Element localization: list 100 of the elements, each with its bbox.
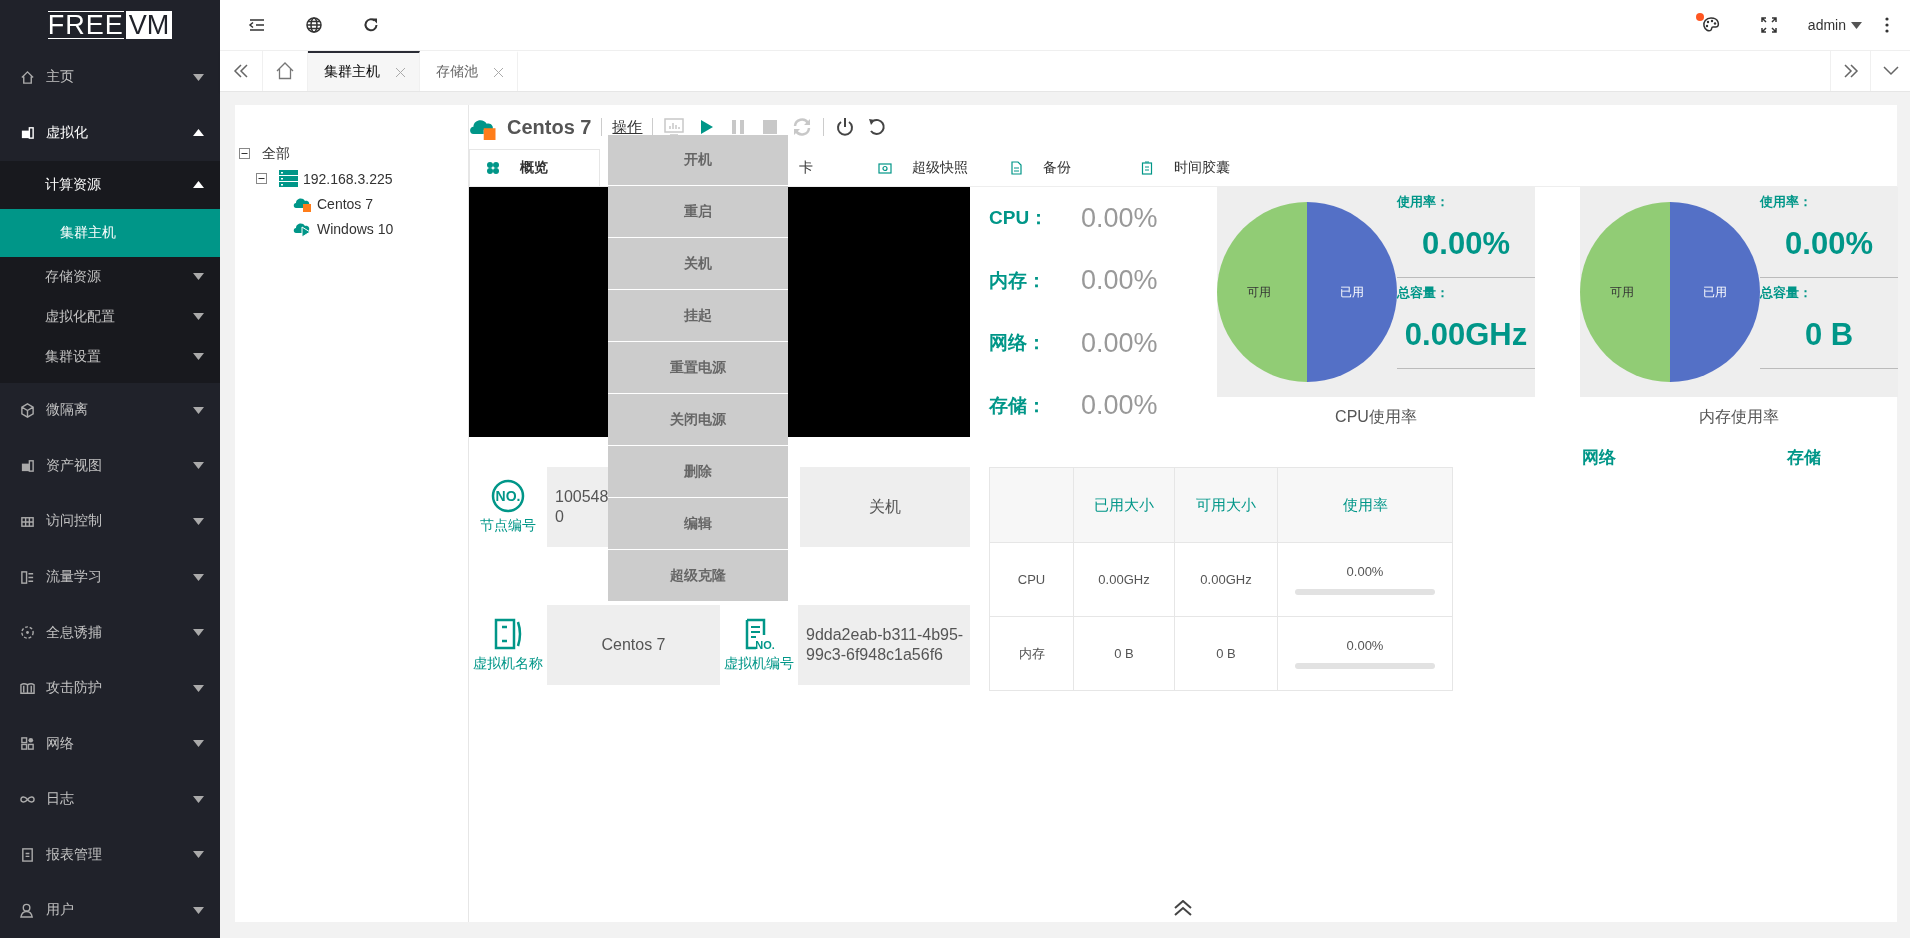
gauge-value: 0 B — [1760, 302, 1898, 369]
caret-down-icon — [193, 73, 204, 81]
collapse-icon[interactable] — [239, 148, 250, 159]
book-icon — [20, 680, 35, 696]
sidebar-item[interactable]: 微隔离 — [0, 382, 220, 439]
caret-down-icon — [193, 273, 204, 281]
target-icon — [20, 625, 35, 641]
sidebar-item[interactable]: 虚拟化配置 — [0, 296, 220, 337]
sidebar-item[interactable]: 集群主机 — [0, 208, 220, 257]
caret-down-icon — [193, 740, 204, 748]
column-header: 已用大小 — [1073, 467, 1175, 543]
logo-text: FREE — [47, 10, 124, 39]
caret-down-icon — [193, 353, 204, 361]
sidebar-item[interactable]: 全息诱捕 — [0, 604, 220, 661]
caret-up-icon — [193, 129, 204, 137]
detail-tab[interactable]: 备份 — [993, 149, 1124, 186]
section-title: 存储 — [1787, 447, 1821, 469]
double-chevron-up-icon[interactable] — [1173, 900, 1193, 916]
gauge-value: 0.00GHz — [1397, 302, 1535, 369]
menu-icon[interactable] — [248, 16, 266, 34]
field-label: 节点编号 — [480, 517, 536, 535]
detail-tab[interactable]: 时间胶囊 — [1124, 149, 1255, 186]
caret-down-icon — [1851, 21, 1862, 29]
field-value: 9dda2eab-b311-4b95-99c3-6f948c1a56f6 — [798, 605, 970, 685]
refresh-icon[interactable] — [362, 16, 380, 34]
tree-node-label[interactable]: 全部 — [262, 144, 290, 163]
columns-icon — [20, 569, 35, 585]
column-header: 使用率 — [1277, 467, 1453, 543]
cube-icon — [20, 402, 35, 418]
logo-text: VM — [125, 10, 173, 39]
section-title: 网络 — [1582, 447, 1616, 469]
caret-up-icon — [193, 181, 204, 189]
home-icon — [20, 69, 35, 85]
table-cell: 0.00GHz — [1174, 542, 1278, 617]
sidebar-item[interactable]: 访问控制 — [0, 493, 220, 550]
slice-label: 可用 — [1610, 285, 1634, 299]
table-cell-text: 0.00% — [1345, 564, 1385, 579]
vm-title: Centos 7 — [507, 115, 592, 139]
sidebar-item[interactable]: 主页 — [0, 49, 220, 106]
server-icon — [20, 125, 35, 141]
server-icon — [20, 458, 35, 474]
caret-down-icon — [193, 795, 204, 803]
user-menu[interactable]: admin — [1807, 17, 1862, 33]
gauge-label: 使用率： — [1397, 193, 1450, 211]
table-cell: 0.00GHz — [1073, 542, 1175, 617]
field-value: 1005480 — [547, 467, 611, 547]
gauge-label: 使用率： — [1760, 193, 1813, 211]
file-icon — [1009, 160, 1023, 175]
sidebar-item[interactable]: 流量学习 — [0, 549, 220, 605]
sidebar-item[interactable]: 集群设置 — [0, 336, 220, 377]
collapse-icon[interactable] — [256, 173, 267, 184]
caret-down-icon — [193, 684, 204, 692]
more-icon[interactable] — [1884, 16, 1890, 34]
sidebar-item[interactable]: 存储资源 — [0, 256, 220, 297]
globe-icon[interactable] — [305, 16, 323, 34]
sidebar-item[interactable]: 攻击防护 — [0, 660, 220, 716]
double-chevron-left-icon — [233, 63, 249, 79]
gauge-value: 0.00% — [1760, 211, 1898, 278]
clipboard-icon — [1140, 160, 1154, 175]
user-icon — [20, 902, 35, 918]
actions-link[interactable]: 操作 — [612, 117, 643, 137]
stat-label: CPU： — [989, 206, 1050, 231]
sidebar-item[interactable]: 报表管理 — [0, 826, 220, 883]
fullscreen-icon[interactable] — [1759, 16, 1778, 34]
gauge-label: 总容量： — [1397, 284, 1450, 302]
apps-icon — [20, 736, 35, 752]
page-tab[interactable]: 存储池 — [420, 51, 518, 91]
gauge-value: 0.00% — [1397, 211, 1535, 278]
stat-label: 内存： — [989, 268, 1047, 293]
column-header: 可用大小 — [1174, 467, 1278, 543]
home-icon — [276, 62, 294, 80]
palette-icon[interactable] — [1701, 16, 1720, 34]
sidebar-item[interactable]: 计算资源 — [0, 160, 220, 209]
status-value: 关机 — [800, 467, 970, 547]
tree-node-label[interactable]: Centos 7 — [317, 195, 374, 212]
caret-down-icon — [193, 517, 204, 525]
caret-down-icon — [193, 851, 204, 859]
table-cell-text: 0.00% — [1345, 638, 1385, 653]
sidebar-item[interactable]: 日志 — [0, 771, 220, 827]
table-cell: 内存 — [989, 616, 1074, 691]
stat-value: 0.00% — [1081, 327, 1158, 359]
caret-down-icon — [193, 406, 204, 414]
number-icon: NO. — [491, 479, 525, 513]
gauge-label: 总容量： — [1760, 284, 1813, 302]
stat-value: 0.00% — [1081, 202, 1158, 234]
table-cell: 0 B — [1174, 616, 1278, 691]
sidebar-item[interactable]: 资产视图 — [0, 438, 220, 494]
field-label: 虚拟机编号 — [724, 655, 794, 673]
gauge-title: CPU使用率 — [1335, 407, 1417, 427]
tree-node-label[interactable]: 192.168.3.225 — [303, 170, 393, 187]
sidebar-item[interactable]: 虚拟化 — [0, 105, 220, 161]
detail-tab[interactable]: 概览 — [469, 149, 600, 186]
stat-value: 0.00% — [1081, 265, 1158, 297]
page-tab[interactable]: 集群主机 — [308, 51, 420, 91]
caret-down-icon — [193, 313, 204, 321]
detail-tab[interactable]: 超级快照 — [862, 149, 993, 186]
tree-node-label[interactable]: Windows 10 — [317, 220, 394, 237]
sidebar-item[interactable]: 用户 — [0, 882, 220, 938]
field-value: Centos 7 — [547, 605, 720, 685]
sidebar-item[interactable]: 网络 — [0, 715, 220, 772]
